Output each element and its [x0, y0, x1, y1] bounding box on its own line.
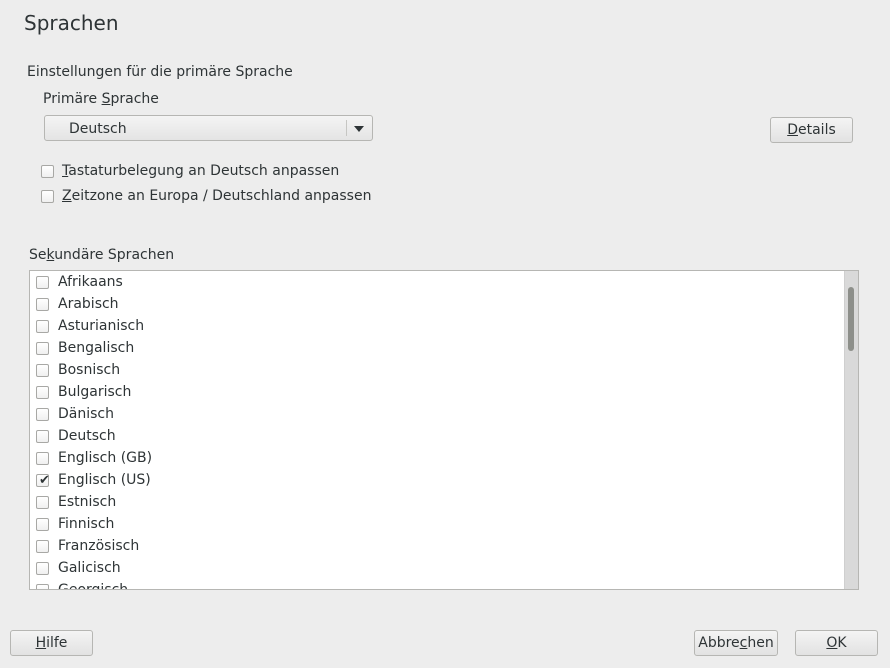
secondary-languages-label: Sekundäre Sprachen — [29, 247, 175, 263]
language-checkbox[interactable] — [36, 495, 49, 509]
language-label: Asturianisch — [58, 318, 145, 334]
adapt-keyboard-label: Tastaturbelegung an Deutsch anpassen — [62, 163, 340, 179]
cancel-button[interactable]: Abbre c hen — [694, 630, 778, 656]
list-item[interactable]: Estnisch — [30, 491, 844, 513]
checkmark-icon: ✔ — [39, 472, 50, 488]
language-checkbox[interactable] — [36, 363, 49, 377]
primary-language-select[interactable]: Deutsch — [44, 115, 373, 141]
list-item[interactable]: Arabisch — [30, 293, 844, 315]
language-label: Bosnisch — [58, 362, 121, 378]
language-checkbox[interactable] — [36, 341, 49, 355]
language-checkbox[interactable] — [36, 297, 49, 311]
language-list: Afrikaans Arabisch Asturianisch Bengalisch B… — [30, 271, 844, 590]
scrollbar[interactable] — [844, 271, 858, 589]
help-button[interactable]: Hilfe — [10, 630, 93, 656]
language-checkbox[interactable] — [36, 385, 49, 399]
language-checkbox[interactable] — [36, 407, 49, 421]
language-label: Deutsch — [58, 428, 116, 444]
language-checkbox[interactable] — [36, 539, 49, 553]
language-label: Finnisch — [58, 516, 115, 532]
language-label: Bengalisch — [58, 340, 135, 356]
list-item[interactable]: ✔ Englisch (US) — [30, 469, 844, 491]
page-title: Sprachen — [24, 11, 119, 35]
language-label: Estnisch — [58, 494, 117, 510]
list-item[interactable]: Bengalisch — [30, 337, 844, 359]
primary-language-label: Primäre Sprache — [43, 91, 159, 107]
language-checkbox[interactable] — [36, 583, 49, 589]
list-item[interactable]: Galicisch — [30, 557, 844, 579]
combo-separator — [346, 120, 347, 136]
list-item[interactable]: Bosnisch — [30, 359, 844, 381]
list-item[interactable]: Englisch (GB) — [30, 447, 844, 469]
list-item[interactable]: Dänisch — [30, 403, 844, 425]
language-label: Bulgarisch — [58, 384, 132, 400]
details-button[interactable]: Details — [770, 117, 853, 143]
language-label: Englisch (US) — [58, 472, 151, 488]
adapt-keyboard-option[interactable]: Tastaturbelegung an Deutsch anpassen — [41, 163, 339, 179]
language-checkbox[interactable] — [36, 275, 49, 289]
adapt-timezone-option[interactable]: Zeitzone an Europa / Deutschland anpasse… — [41, 188, 371, 204]
scrollbar-thumb[interactable] — [848, 287, 854, 351]
language-checkbox[interactable] — [36, 517, 49, 531]
list-item[interactable]: Bulgarisch — [30, 381, 844, 403]
adapt-keyboard-checkbox[interactable] — [41, 164, 54, 178]
language-checkbox[interactable] — [36, 561, 49, 575]
language-checkbox[interactable]: ✔ — [36, 472, 50, 488]
ok-button[interactable]: OK — [795, 630, 878, 656]
language-label: Dänisch — [58, 406, 114, 422]
language-label: Afrikaans — [58, 274, 123, 290]
language-checkbox[interactable] — [36, 319, 49, 333]
list-item[interactable]: Asturianisch — [30, 315, 844, 337]
adapt-timezone-label: Zeitzone an Europa / Deutschland anpasse… — [62, 188, 372, 204]
language-checkbox[interactable] — [36, 429, 49, 443]
list-item[interactable]: Deutsch — [30, 425, 844, 447]
primary-section-label: Einstellungen für die primäre Sprache — [27, 64, 293, 80]
adapt-timezone-checkbox[interactable] — [41, 189, 54, 203]
list-item[interactable]: Afrikaans — [30, 271, 844, 293]
language-checkbox[interactable] — [36, 451, 49, 465]
chevron-down-icon — [354, 126, 364, 132]
secondary-languages-list[interactable]: Afrikaans Arabisch Asturianisch Bengalisch B… — [29, 270, 859, 590]
language-label: Französisch — [58, 538, 140, 554]
language-label: Galicisch — [58, 560, 121, 576]
language-label: Georgisch — [58, 582, 129, 590]
list-item[interactable]: Finnisch — [30, 513, 844, 535]
primary-language-value: Deutsch — [69, 121, 127, 137]
list-item[interactable]: Georgisch — [30, 579, 844, 590]
language-label: Arabisch — [58, 296, 119, 312]
language-label: Englisch (GB) — [58, 450, 153, 466]
list-item[interactable]: Französisch — [30, 535, 844, 557]
